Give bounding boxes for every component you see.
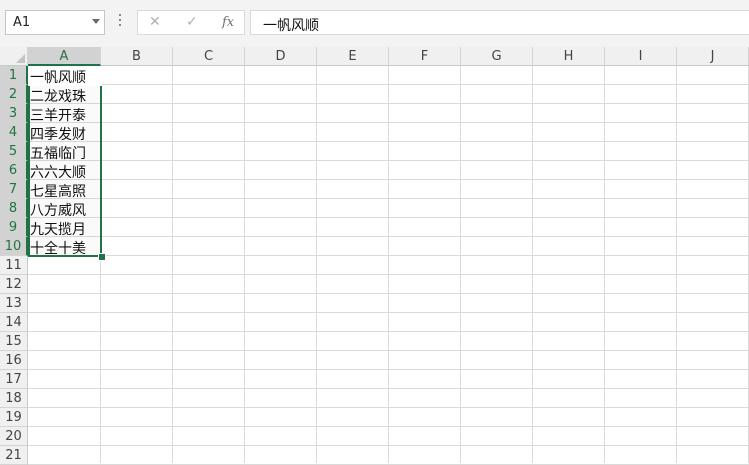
select-all-triangle-icon [16,54,25,63]
fill-handle[interactable] [98,253,106,261]
row-header-4[interactable]: 4 [0,123,28,142]
grid-hline [28,293,749,294]
row-header-11[interactable]: 11 [0,256,28,275]
insert-function-icon[interactable]: fx [222,15,234,30]
grid-hline [28,255,749,256]
row-header-2[interactable]: 2 [0,85,28,104]
row-header-9[interactable]: 9 [0,218,28,237]
grid-vline [316,66,317,463]
drag-handle-icon[interactable] [119,14,122,30]
cell-a6[interactable]: 六六大顺 [30,162,86,182]
column-header-j[interactable]: J [677,47,749,66]
row-header-6[interactable]: 6 [0,161,28,180]
chevron-down-icon[interactable] [92,19,100,24]
column-header-h[interactable]: H [533,47,605,66]
column-header-i[interactable]: I [605,47,677,66]
row-header-3[interactable]: 3 [0,104,28,123]
select-all-button[interactable] [0,47,28,66]
grid-hline [28,350,749,351]
grid-hline [28,198,749,199]
cancel-icon[interactable]: ✕ [149,14,161,30]
row-header-8[interactable]: 8 [0,199,28,218]
row-header-21[interactable]: 21 [0,446,28,465]
grid-hline [28,331,749,332]
row-header-1[interactable]: 1 [0,66,28,85]
column-header-e[interactable]: E [317,47,389,66]
cell-a3[interactable]: 三羊开泰 [30,105,86,125]
row-header-7[interactable]: 7 [0,180,28,199]
row-header-14[interactable]: 14 [0,313,28,332]
row-header-5[interactable]: 5 [0,142,28,161]
row-header-18[interactable]: 18 [0,389,28,408]
grid-vline [604,66,605,463]
cell-a5[interactable]: 五福临门 [30,143,86,163]
grid-hline [28,274,749,275]
grid-hline [28,236,749,237]
column-header-g[interactable]: G [461,47,533,66]
grid-hline [28,426,749,427]
column-header-a[interactable]: A [28,47,101,66]
grid-hline [28,141,749,142]
row-header-13[interactable]: 13 [0,294,28,313]
cell-a7[interactable]: 七星高照 [30,181,86,201]
grid-vline [676,66,677,463]
grid-vline [388,66,389,463]
row-header-20[interactable]: 20 [0,427,28,446]
row-header-10[interactable]: 10 [0,237,28,256]
grid-vline [532,66,533,463]
formula-bar-area: A1 ✕ ✓ fx 一帆风顺 [0,0,749,47]
grid-hline [28,217,749,218]
formula-input[interactable]: 一帆风顺 [250,10,749,35]
row-header-15[interactable]: 15 [0,332,28,351]
formula-buttons: ✕ ✓ fx [137,10,245,35]
column-header-d[interactable]: D [245,47,317,66]
grid-hline [28,369,749,370]
grid-hline [28,160,749,161]
grid-hline [28,103,749,104]
grid-hline [28,445,749,446]
enter-icon[interactable]: ✓ [186,14,198,30]
grid-hline [28,407,749,408]
cell-a9[interactable]: 九天揽月 [30,219,86,239]
worksheet-grid[interactable]: A B C D E F G H I J 1 2 3 4 5 6 7 8 9 10 11 12 13 14 15 16 17 18 19 2… [0,47,749,465]
grid-vline [244,66,245,463]
cell-a2[interactable]: 二龙戏珠 [30,86,86,106]
column-header-b[interactable]: B [101,47,173,66]
grid-hline [28,84,749,85]
grid-hline [28,179,749,180]
cell-a8[interactable]: 八方威风 [30,200,86,220]
formula-value: 一帆风顺 [263,18,319,34]
grid-hline [28,388,749,389]
grid-vline [460,66,461,463]
grid-hline [28,122,749,123]
cell-a4[interactable]: 四季发财 [30,124,86,144]
name-box-value: A1 [13,15,31,30]
cell-a1[interactable]: 一帆风顺 [30,67,86,87]
row-header-12[interactable]: 12 [0,275,28,294]
name-box[interactable]: A1 [5,10,105,35]
row-header-19[interactable]: 19 [0,408,28,427]
grid-hline [28,312,749,313]
column-header-f[interactable]: F [389,47,461,66]
column-header-c[interactable]: C [173,47,245,66]
cell-a10[interactable]: 十全十美 [30,238,86,258]
row-header-17[interactable]: 17 [0,370,28,389]
row-header-16[interactable]: 16 [0,351,28,370]
grid-vline [172,66,173,463]
